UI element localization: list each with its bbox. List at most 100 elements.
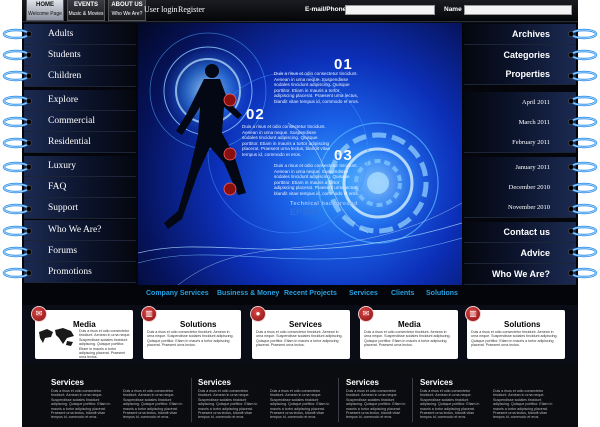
spiral-ring <box>2 70 32 82</box>
hero-number-02: 02 <box>246 106 265 123</box>
nav-company-services[interactable]: Company Services <box>146 290 209 297</box>
spiral-ring <box>568 28 598 40</box>
archive-november-2010[interactable]: November 2010 <box>464 197 576 218</box>
spiral-ring <box>2 182 32 194</box>
nav-solutions[interactable]: Solutions <box>426 290 458 297</box>
tab-about-title: ABOUT US <box>111 2 143 8</box>
name-field[interactable] <box>464 5 572 15</box>
mail-icon: ✉ <box>31 306 47 322</box>
menu-item-students[interactable]: Students <box>24 45 136 66</box>
spiral-ring <box>2 203 32 215</box>
chart-icon: ▥ <box>141 306 157 322</box>
right-sidebar: Archives Categories Properties April 201… <box>462 23 578 285</box>
menu-item-luxury[interactable]: Luxury <box>24 156 136 177</box>
menu-item-explore[interactable]: Explore <box>24 90 136 111</box>
spiral-ring <box>2 246 32 258</box>
spiral-ring <box>2 267 32 279</box>
card-services-1[interactable]: Services Duis a risus et odio consectetu… <box>252 310 350 359</box>
footer-text-6: Duis a risus et odio consectetur tincidu… <box>420 389 480 420</box>
menu-item-who-we-are[interactable]: Who We Are? <box>24 220 136 241</box>
menu-item-promotions[interactable]: Promotions <box>24 262 136 283</box>
menu-item-support[interactable]: Support <box>24 198 136 219</box>
footer-text-7: Duis a risus et odio consectetur tincidu… <box>493 389 553 420</box>
menu-item-advice[interactable]: Advice <box>464 243 576 264</box>
menu-item-children[interactable]: Children <box>24 66 136 87</box>
tab-events-title: EVENTS <box>73 2 98 8</box>
card-media-2-text: Duis a risus et odio consectetur tincidu… <box>364 330 451 348</box>
footer-text-2: Duis a risus et odio consectetur tincidu… <box>123 389 183 420</box>
card-services-1-title: Services <box>289 320 322 329</box>
tab-home-subtitle: Welcome Page <box>28 11 62 17</box>
card-solutions-1-title: Solutions <box>180 320 217 329</box>
spiral-ring <box>568 95 598 107</box>
email-label: E-mail/Phone <box>305 6 347 13</box>
spiral-ring <box>568 137 598 149</box>
menu-item-residential[interactable]: Residential <box>24 132 136 153</box>
email-field[interactable] <box>345 5 435 15</box>
top-tabs: HOME Welcome Page EVENTS Music & Movies … <box>26 0 146 21</box>
world-map-icon <box>39 328 74 346</box>
card-solutions-2-title: Solutions <box>504 320 541 329</box>
register-link[interactable]: Register <box>178 5 205 14</box>
menu-item-commercial[interactable]: Commercial <box>24 111 136 132</box>
footer-services-title-4: Services <box>420 378 453 387</box>
spiral-ring <box>568 116 598 128</box>
hero-eps-label: EPS10 <box>290 207 319 217</box>
nav-recent-projects[interactable]: Recent Projects <box>284 290 337 297</box>
spiral-ring <box>568 267 598 279</box>
spiral-ring <box>2 49 32 61</box>
spiral-ring <box>2 225 32 237</box>
menu-item-faq[interactable]: FAQ <box>24 177 136 198</box>
card-solutions-2-text: Duis a risus et odio consectetur tincidu… <box>471 330 558 348</box>
nav-services[interactable]: Services <box>349 290 378 297</box>
spiral-ring <box>2 116 32 128</box>
card-solutions-2[interactable]: Solutions Duis a risus et odio consectet… <box>467 310 565 359</box>
footer-divider <box>338 378 339 422</box>
name-label: Name <box>444 6 462 13</box>
menu-item-properties[interactable]: Properties <box>464 64 576 85</box>
nav-business-money[interactable]: Business & Money <box>217 290 279 297</box>
user-login-link[interactable]: User login <box>144 5 178 14</box>
spiral-ring <box>2 161 32 173</box>
hero-number-03: 03 <box>334 147 353 164</box>
footer-text-5: Duis a risus et odio consectetur tincidu… <box>346 389 406 420</box>
card-services-1-text: Duis a risus et odio consectetur tincidu… <box>256 330 343 348</box>
mail-icon: ✉ <box>358 306 374 322</box>
spiral-ring <box>568 203 598 215</box>
archive-december-2010[interactable]: December 2010 <box>464 177 576 198</box>
tab-home-title: HOME <box>36 2 54 8</box>
spiral-ring <box>2 95 32 107</box>
tab-home[interactable]: HOME Welcome Page <box>26 0 64 21</box>
archive-april-2011[interactable]: April 2011 <box>464 92 576 113</box>
archive-january-2011[interactable]: January 2011 <box>464 157 576 178</box>
left-sidebar: Adults Students Children Explore Commerc… <box>22 23 138 285</box>
card-solutions-1[interactable]: Solutions Duis a risus et odio consectet… <box>143 310 241 359</box>
spiral-ring <box>568 49 598 61</box>
nav-clients[interactable]: Clients <box>391 290 414 297</box>
menu-item-contact-us[interactable]: Contact us <box>464 222 576 243</box>
card-media-2[interactable]: Media Duis a risus et odio consectetur t… <box>360 310 458 359</box>
footer-text-1: Duis a risus et odio consectetur tincidu… <box>51 389 111 420</box>
footer-services-title-3: Services <box>346 378 379 387</box>
footer-services-title-2: Services <box>198 378 231 387</box>
footer-divider <box>191 378 192 422</box>
chart-icon: ▥ <box>465 306 481 322</box>
tab-about-us[interactable]: ABOUT US Who We Are? <box>108 0 146 21</box>
card-media-1-text: Duis a risus et odio consectetur tincidu… <box>79 329 131 360</box>
menu-item-forums[interactable]: Forums <box>24 241 136 262</box>
archive-february-2011[interactable]: February 2011 <box>464 132 576 153</box>
card-media-1-title: Media <box>73 320 96 329</box>
spiral-ring <box>568 70 598 82</box>
menu-item-adults[interactable]: Adults <box>24 24 136 45</box>
spiral-ring <box>568 225 598 237</box>
page: HOME Welcome Page EVENTS Music & Movies … <box>0 0 600 427</box>
tab-events[interactable]: EVENTS Music & Movies <box>67 0 105 21</box>
menu-item-who-we-are-right[interactable]: Who We Are? <box>464 264 576 285</box>
card-media-2-title: Media <box>398 320 421 329</box>
spiral-ring <box>568 246 598 258</box>
card-media-1[interactable]: Media Duis a risus et odio consectetur t… <box>35 310 133 359</box>
chat-icon: ● <box>250 306 266 322</box>
archive-march-2011[interactable]: March 2011 <box>464 112 576 133</box>
menu-item-archives[interactable]: Archives <box>464 24 576 45</box>
menu-item-categories[interactable]: Categories <box>464 45 576 66</box>
